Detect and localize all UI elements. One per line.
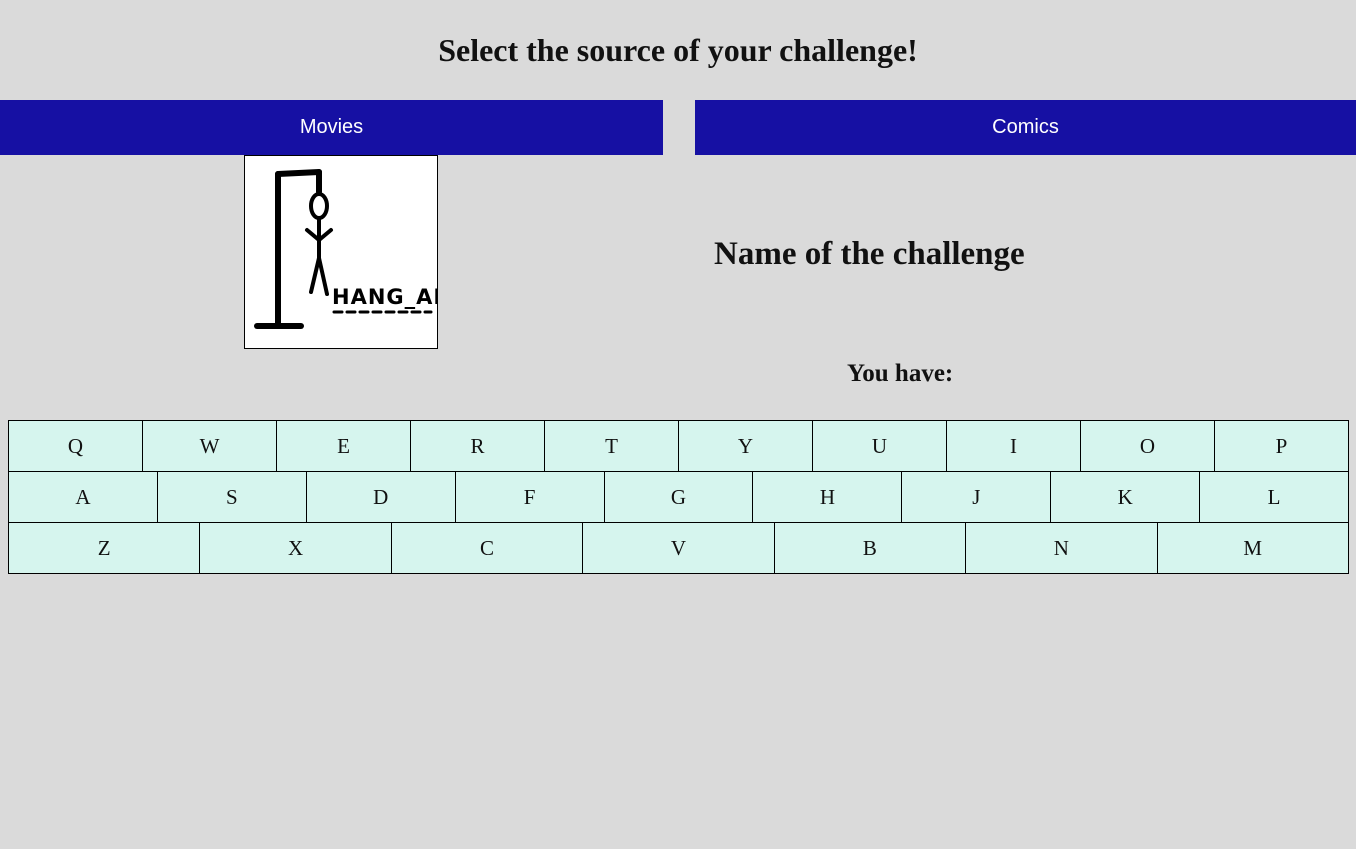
hangman-logo-image: HANG_AN <box>244 155 438 349</box>
key-h[interactable]: H <box>752 471 903 523</box>
movies-button[interactable]: Movies <box>0 100 663 155</box>
page-title: Select the source of your challenge! <box>438 32 918 68</box>
key-p[interactable]: P <box>1214 420 1349 472</box>
key-k[interactable]: K <box>1050 471 1201 523</box>
keyboard-row-1: Q W E R T Y U I O P <box>8 420 1349 472</box>
key-a[interactable]: A <box>8 471 158 523</box>
key-i[interactable]: I <box>946 420 1081 472</box>
key-f[interactable]: F <box>454 471 605 523</box>
key-q[interactable]: Q <box>8 420 143 472</box>
key-s[interactable]: S <box>156 471 307 523</box>
key-v[interactable]: V <box>582 522 775 574</box>
key-w[interactable]: W <box>142 420 277 472</box>
key-u[interactable]: U <box>812 420 947 472</box>
keyboard-row-2: A S D F G H J K L <box>8 471 1350 523</box>
you-have-label: You have: <box>847 360 954 387</box>
letter-keyboard: Q W E R T Y U I O P A S D F G H J K L Z … <box>8 420 1350 574</box>
key-m[interactable]: M <box>1156 522 1349 574</box>
key-c[interactable]: C <box>390 522 584 574</box>
key-g[interactable]: G <box>603 471 754 523</box>
key-o[interactable]: O <box>1080 420 1215 472</box>
key-b[interactable]: B <box>773 522 967 574</box>
key-j[interactable]: J <box>901 471 1052 523</box>
hangman-logo-icon: HANG_AN <box>254 169 437 329</box>
keyboard-row-3: Z X C V B N M <box>8 522 1349 574</box>
key-y[interactable]: Y <box>678 420 813 472</box>
key-z[interactable]: Z <box>8 522 201 574</box>
key-e[interactable]: E <box>276 420 411 472</box>
key-d[interactable]: D <box>305 471 456 523</box>
key-x[interactable]: X <box>199 522 392 574</box>
key-t[interactable]: T <box>544 420 679 472</box>
hangman-logo-text: HANG_AN <box>332 285 437 309</box>
key-r[interactable]: R <box>410 420 545 472</box>
key-n[interactable]: N <box>965 522 1158 574</box>
key-l[interactable]: L <box>1199 471 1350 523</box>
comics-button[interactable]: Comics <box>695 100 1356 155</box>
challenge-name: Name of the challenge <box>714 236 1025 272</box>
